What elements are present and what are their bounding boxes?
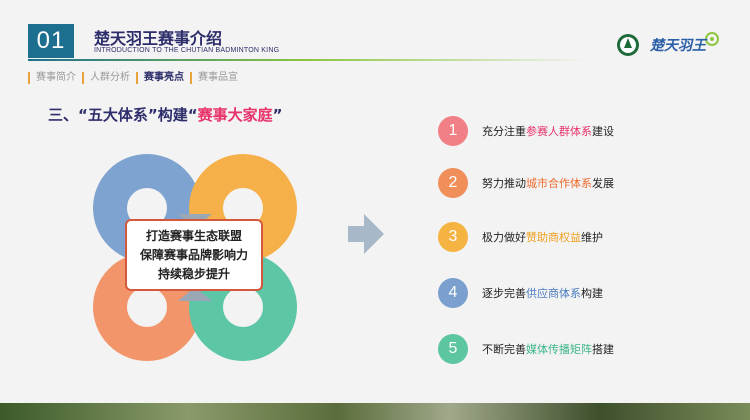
list-item-text: 努力推动城市合作体系发展 (482, 177, 614, 190)
core-goal-line-1: 打造赛事生态联盟 (145, 228, 242, 243)
number-badge: 5 (438, 334, 468, 364)
section-number: 01 (28, 24, 74, 58)
list-item-text: 逐步完善供应商体系构建 (482, 287, 603, 300)
tab-audience[interactable]: 人群分析 (82, 72, 136, 84)
number-badge: 1 (438, 116, 468, 146)
core-goal-line-3: 持续稳步提升 (157, 266, 230, 281)
heading-prefix: 三、“ (48, 106, 88, 124)
tab-highlights[interactable]: 赛事亮点 (136, 72, 190, 84)
number-badge: 3 (438, 222, 468, 252)
list-item: 2 努力推动城市合作体系发展 (438, 168, 698, 198)
list-item-text: 不断完善媒体传播矩阵搭建 (482, 343, 614, 356)
number-badge: 2 (438, 168, 468, 198)
heading-middle: ”构建“ (147, 106, 198, 124)
section-tabs: 赛事简介 人群分析 赛事亮点 赛事品宣 (28, 72, 244, 84)
section-heading: 三、“五大体系”构建“赛事大家庭” (48, 104, 282, 125)
page-subtitle: INTRODUCTION TO THE CHUTIAN BADMINTON KI… (94, 47, 280, 54)
brand-logo-text: 楚天羽王 (650, 38, 706, 54)
heading-part2: 赛事大家庭 (197, 106, 273, 124)
list-item: 3 极力做好赞助商权益维护 (438, 222, 698, 252)
core-goal-line-2: 保障赛事品牌影响力 (139, 247, 248, 262)
tab-intro[interactable]: 赛事简介 (28, 72, 82, 84)
footer-image-strip (0, 403, 750, 420)
tab-promotion[interactable]: 赛事品宣 (190, 72, 244, 84)
number-badge: 4 (438, 278, 468, 308)
list-item: 1 充分注重参赛人群体系建设 (438, 116, 698, 146)
title-divider (28, 59, 588, 61)
list-item-text: 充分注重参赛人群体系建设 (482, 125, 614, 138)
heading-part1: 五大体系 (87, 106, 148, 124)
list-item-text: 极力做好赞助商权益维护 (482, 231, 603, 244)
right-arrow-icon (348, 214, 384, 254)
core-goal-box: 打造赛事生态联盟 保障赛事品牌影响力 持续稳步提升 (125, 219, 263, 291)
page-title: 楚天羽王赛事介绍 (94, 29, 223, 48)
heading-suffix: ” (272, 106, 283, 124)
list-item: 5 不断完善媒体传播矩阵搭建 (438, 334, 698, 364)
list-item: 4 逐步完善供应商体系构建 (438, 278, 698, 308)
